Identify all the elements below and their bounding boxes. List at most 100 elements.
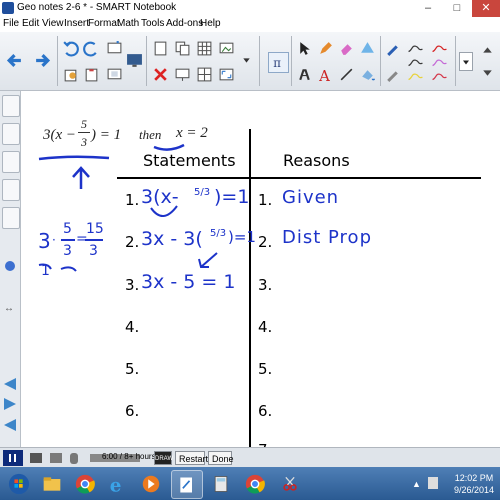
toolbar: π A — [0, 32, 500, 91]
taskbar: e ▲ 12:02 PM 9/26/2014 — [0, 467, 500, 500]
clipboard-icon[interactable] — [152, 40, 169, 57]
copy-icon[interactable] — [62, 66, 79, 83]
menu-view[interactable]: View — [42, 18, 64, 29]
reason-number: 2. — [258, 233, 273, 251]
tray-arrow-icon[interactable]: ▲ — [412, 479, 421, 489]
network-icon[interactable] — [428, 477, 438, 489]
menu-tools[interactable]: Tools — [141, 18, 164, 29]
previous-page-icon-2[interactable] — [4, 419, 16, 431]
properties-tab[interactable] — [2, 179, 20, 201]
capture-icon[interactable] — [218, 40, 235, 57]
pause-button[interactable] — [3, 450, 23, 466]
forward-icon[interactable] — [34, 52, 51, 69]
restart-button[interactable]: Restart — [175, 451, 208, 465]
clone-icon[interactable] — [174, 40, 191, 57]
eraser-icon[interactable] — [338, 40, 355, 57]
file-explorer-icon[interactable] — [37, 470, 67, 497]
text-icon[interactable]: A — [317, 66, 334, 83]
next-page-icon[interactable] — [4, 398, 16, 410]
toolbar-down-icon[interactable] — [479, 64, 496, 81]
more-options-icon[interactable] — [459, 52, 473, 71]
statement-end: )=1 — [214, 186, 250, 208]
addons-tab[interactable] — [2, 207, 20, 229]
camera-icon[interactable] — [30, 453, 42, 463]
reason-text: Given — [282, 187, 340, 208]
dropdown-icon[interactable] — [238, 52, 255, 69]
reason-text: Dist Prop — [282, 227, 372, 248]
close-button[interactable]: ✕ — [472, 0, 500, 17]
chrome-icon-2[interactable] — [240, 470, 270, 497]
minimize-button[interactable]: – — [414, 0, 442, 17]
fill-icon[interactable] — [359, 66, 376, 83]
window-title: Geo notes 2-6 * - SMART Notebook — [17, 2, 177, 13]
clock-date: 9/26/2014 — [453, 485, 494, 495]
side-tab-panel: ↔ — [0, 91, 21, 447]
page-sorter-tab[interactable] — [2, 95, 20, 117]
done-button[interactable]: Done — [208, 451, 234, 465]
ink-annotations — [38, 129, 481, 447]
statement-text: 3(x- — [141, 186, 179, 208]
pen-color-5[interactable] — [404, 68, 426, 85]
paste-icon[interactable] — [83, 66, 100, 83]
previous-page-icon[interactable] — [4, 378, 16, 390]
smart-notebook-taskbar-icon[interactable] — [171, 470, 203, 499]
reason-number: 5. — [258, 360, 273, 378]
select-icon[interactable] — [296, 40, 313, 57]
gallery-tab[interactable] — [2, 123, 20, 145]
creative-pen-icon[interactable] — [384, 40, 401, 57]
delete-icon[interactable] — [152, 66, 169, 83]
webcam-icon[interactable] — [50, 453, 62, 463]
menu-file[interactable]: File — [3, 18, 19, 29]
menu-addons[interactable]: Add-ons — [166, 18, 203, 29]
microphone-icon[interactable] — [70, 453, 78, 464]
draw-button[interactable]: DRAW — [154, 451, 173, 465]
recorder-bar: 6:00 / 8+ hours DRAW Restart Done — [0, 447, 500, 468]
snipping-tool-icon[interactable] — [275, 470, 305, 497]
grid-icon[interactable] — [196, 66, 213, 83]
svg-text:e: e — [110, 475, 122, 495]
side-work-5: 5 — [63, 221, 72, 237]
notebook-page[interactable]: 3(x − 5 3 ) = 1 then x = 2 Statements Re… — [21, 91, 500, 447]
media-player-icon[interactable] — [136, 470, 166, 497]
internet-explorer-icon[interactable]: e — [103, 470, 133, 497]
side-work-1: 1 — [41, 263, 50, 279]
statement-frac: 5/3 — [194, 187, 211, 198]
back-icon[interactable] — [6, 52, 23, 69]
menu-help[interactable]: Help — [200, 18, 221, 29]
redo-icon[interactable] — [83, 40, 100, 57]
pen-color-6[interactable] — [428, 68, 450, 85]
svg-text:π: π — [273, 56, 281, 70]
menu-edit[interactable]: Edit — [22, 18, 39, 29]
screen-icon[interactable] — [106, 40, 123, 57]
clock[interactable]: 12:02 PM 9/26/2014 — [454, 472, 494, 496]
undo-icon[interactable] — [62, 40, 79, 57]
monitor-icon[interactable] — [126, 52, 143, 69]
reason-number: 4. — [258, 318, 273, 336]
chrome-icon[interactable] — [70, 470, 100, 497]
row-number: 4. — [125, 318, 140, 336]
menu-format[interactable]: Format — [88, 18, 120, 29]
menu-math[interactable]: Math — [117, 18, 139, 29]
display-icon[interactable] — [174, 66, 191, 83]
pen-icon[interactable] — [317, 40, 334, 57]
reason-number: 1. — [258, 191, 273, 209]
attachments-tab[interactable] — [2, 151, 20, 173]
reason-number: 6. — [258, 402, 273, 420]
toolbar-up-icon[interactable] — [479, 42, 496, 59]
calculator-icon[interactable] — [206, 470, 236, 497]
full-screen-icon[interactable] — [218, 66, 235, 83]
math-icon[interactable]: π — [268, 52, 289, 73]
recording-timer: 6:00 / 8+ hours — [102, 452, 156, 461]
highlighter-icon[interactable] — [296, 66, 313, 83]
scroll-handle[interactable] — [5, 261, 15, 271]
shape-icon[interactable] — [359, 40, 376, 57]
properties-icon[interactable] — [384, 66, 401, 83]
resize-arrows-icon[interactable]: ↔ — [4, 303, 14, 314]
table-icon[interactable] — [196, 40, 213, 57]
show-hide-screen-icon[interactable] — [106, 66, 123, 83]
menu-insert[interactable]: Insert — [64, 18, 89, 29]
maximize-button[interactable]: □ — [443, 0, 471, 17]
start-button[interactable] — [4, 470, 34, 497]
clock-time: 12:02 PM — [454, 473, 494, 483]
line-icon[interactable] — [338, 66, 355, 83]
